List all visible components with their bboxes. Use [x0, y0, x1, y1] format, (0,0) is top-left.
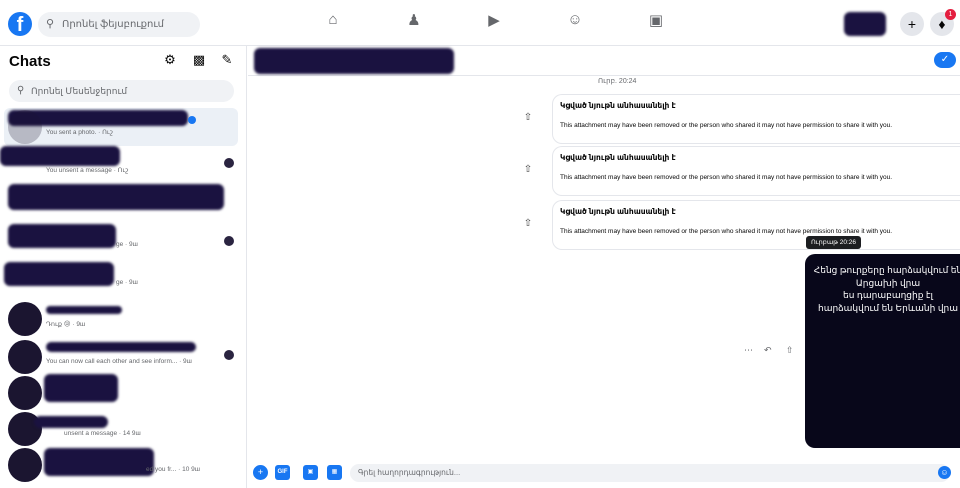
settings-gear-icon[interactable]: ⚙ [161, 52, 179, 70]
unavailable-attachment: Կցված նյութն անհասանելի է This attachmen… [552, 200, 960, 250]
redacted-contact-name [44, 448, 154, 476]
avatar [8, 376, 42, 410]
attachment-body: This attachment may have been removed or… [560, 228, 893, 235]
redacted-contact-name [46, 342, 196, 352]
share-icon[interactable]: ⇧ [520, 112, 536, 128]
home-icon[interactable]: ⌂ [319, 11, 347, 37]
profile-button-redacted[interactable] [844, 12, 886, 36]
sticker-icon[interactable]: ▣ [303, 465, 318, 480]
chat-list-item[interactable]: unsent a message · 14 9ш [4, 410, 238, 448]
message-input[interactable]: Գրել հաղորդագրություն... [350, 464, 950, 482]
message-timestamp: Ուրբ. 20:24 [598, 78, 637, 85]
chat-preview-text: Դուք 😢 · 9ш [46, 321, 86, 328]
photo-icon[interactable]: ▦ [327, 465, 342, 480]
avatar [8, 340, 42, 374]
conversation-panel: ✓ Ուրբ. 20:24 ⇧ Կցված նյութն անհասանելի … [248, 46, 960, 488]
unavailable-attachment: Կցված նյութն անհասանելի է This attachmen… [552, 146, 960, 196]
chat-list-item[interactable] [4, 374, 238, 412]
redacted-conversation-name[interactable] [254, 48, 454, 74]
notification-badge: 1 [945, 9, 956, 20]
unavailable-attachment: Կցված նյութն անհասանելի է This attachmen… [552, 94, 960, 144]
watch-icon[interactable]: ▶ [480, 11, 508, 37]
message-composer: + GIF ▣ ▦ Գրել հաղորդագրություն... ☺ [248, 458, 960, 488]
attachment-body: This attachment may have been removed or… [560, 174, 893, 181]
read-receipt-avatar [224, 236, 234, 246]
reply-icon[interactable]: ↶ [764, 345, 772, 356]
friends-icon[interactable]: ♟ [400, 11, 428, 37]
chat-preview-text: You unsent a message · Ուշ [46, 167, 129, 174]
message-input-placeholder: Գրել հաղորդագրություն... [358, 468, 461, 477]
attachment-title: Կցված նյութն անհասանելի է [560, 207, 676, 216]
image-caption-text: Հենց թուրքերը հարձակվում են Արցախի վրա ե… [813, 265, 960, 313]
share-icon[interactable]: ⇧ [520, 164, 536, 180]
chats-sidebar: Chats ⚙ ▩ ✎ ⚲ Որոնել Մեսենջերում You sen… [0, 46, 247, 488]
search-icon: ⚲ [46, 18, 55, 30]
conversation-options-check-icon[interactable]: ✓ [934, 52, 956, 68]
chat-list-item[interactable]: ed you fr... · 10 9ш [4, 446, 238, 484]
redacted-contact-name [44, 374, 118, 402]
chat-list-item[interactable]: You can now call each other and see info… [4, 338, 238, 376]
avatar [8, 448, 42, 482]
chat-list-item[interactable]: You unsent a message · Ուշ [0, 146, 238, 184]
chat-preview-text: ge · 9ш [116, 279, 138, 286]
gif-button[interactable]: GIF [275, 465, 290, 480]
conversation-header: ✓ [248, 46, 960, 76]
chat-list-item[interactable]: Դուք 😢 · 9ш [4, 300, 238, 338]
video-call-icon[interactable]: ▩ [190, 52, 208, 70]
redacted-contact-name [46, 306, 122, 314]
new-message-icon[interactable]: ✎ [218, 52, 236, 70]
share-icon[interactable]: ⇧ [786, 345, 794, 356]
add-plus-icon[interactable]: + [253, 465, 268, 480]
search-placeholder: Որոնել ֆեյսբուքում [62, 19, 165, 30]
chat-list-item[interactable]: You sent a photo. · Ուշ [4, 108, 238, 146]
messenger-search-placeholder: Որոնել Մեսենջերում [31, 86, 128, 96]
chat-preview-text: unsent a message · 14 9ш [64, 430, 141, 437]
attachment-body: This attachment may have been removed or… [560, 122, 893, 129]
facebook-search-input[interactable]: ⚲ Որոնել ֆեյսբուքում [38, 12, 200, 37]
redacted-contact-name [0, 146, 120, 166]
chat-list-item[interactable] [4, 184, 238, 222]
attachment-title: Կցված նյութն անհասանելի է [560, 153, 676, 162]
attachment-title: Կցված նյութն անհասանելի է [560, 101, 676, 110]
avatar [8, 302, 42, 336]
chat-list-item[interactable]: ge · 9ш [4, 224, 238, 262]
gaming-icon[interactable]: ▣ [642, 11, 670, 37]
read-receipt-avatar [224, 350, 234, 360]
chat-preview-text: You can now call each other and see info… [46, 358, 192, 365]
chat-preview-text: ed you fr... · 10 9ш [146, 466, 200, 473]
chat-list-item[interactable]: ge · 9ш [4, 262, 238, 300]
seen-check-icon [188, 116, 196, 124]
more-options-icon[interactable]: ⋯ [744, 345, 753, 356]
search-icon: ⚲ [17, 85, 25, 96]
share-icon[interactable]: ⇧ [520, 218, 536, 234]
facebook-logo[interactable]: f [8, 12, 32, 36]
messenger-search-input[interactable]: ⚲ Որոնել Մեսենջերում [9, 80, 234, 102]
avatar [8, 110, 42, 144]
chats-title: Chats [9, 53, 51, 70]
top-navigation-bar: f ⚲ Որոնել ֆեյսբուքում ⌂ ♟ ▶ ☺ ▣ + ♦ 1 [0, 0, 960, 46]
emoji-icon[interactable]: ☺ [938, 466, 951, 479]
groups-icon[interactable]: ☺ [561, 11, 589, 37]
redacted-contact-name [34, 416, 108, 428]
read-receipt-avatar [224, 158, 234, 168]
image-message[interactable]: Հենց թուրքերը հարձակվում են Արցախի վրա ե… [805, 254, 960, 448]
redacted-contact-name [4, 262, 114, 286]
create-plus-icon[interactable]: + [900, 12, 924, 36]
chat-preview-text: You sent a photo. · Ուշ [46, 129, 113, 136]
time-tooltip: Ուրբաթ 20:26 [806, 236, 862, 249]
chat-preview-text: ge · 9ш [116, 241, 138, 248]
redacted-contact-name [8, 224, 116, 248]
redacted-contact-name [8, 184, 224, 210]
